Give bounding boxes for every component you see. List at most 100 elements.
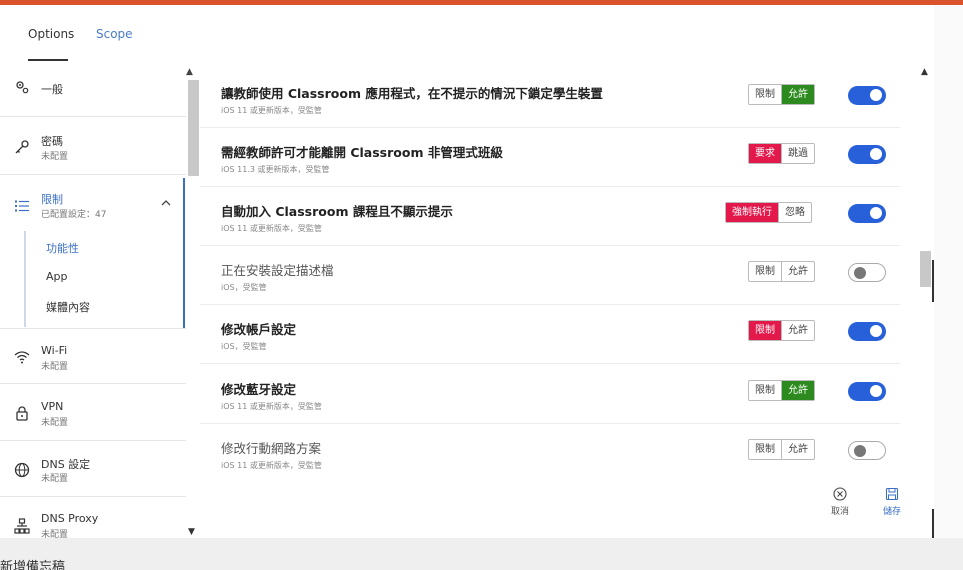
subnav-item-media[interactable]: 媒體內容 — [46, 299, 90, 315]
config-panel: Options Scope 一般 密碼 未配置 限制 已配置設定：47 功能性 … — [0, 5, 934, 538]
sidebar-item-label: DNS 設定 — [41, 458, 91, 471]
restriction-subtitle: iOS 11 或更新版本，受監管 — [221, 224, 322, 233]
restrictions-list: 讓教師使用 Classroom 應用程式，在不提示的情況下鎖定學生裝置 iOS … — [200, 69, 934, 539]
segment-require[interactable]: 要求 — [749, 144, 781, 163]
tab-options[interactable]: Options — [28, 27, 74, 41]
restrict-allow-segmented-control[interactable]: 限制 允許 — [748, 439, 815, 460]
sidebar-item-status: 未配置 — [41, 152, 69, 162]
window-edge — [932, 509, 934, 538]
restriction-title: 需經教師許可才能離開 Classroom 非管理式班級 — [221, 145, 503, 160]
sidebar-item-label: DNS Proxy — [41, 512, 99, 525]
sidebar-item-label: 一般 — [41, 83, 63, 96]
sidebar-scrollbar-thumb[interactable] — [188, 80, 199, 176]
segment-restrict[interactable]: 限制 — [749, 321, 781, 340]
restrict-allow-segmented-control[interactable]: 限制 允許 — [748, 380, 815, 401]
subnav-item-app[interactable]: App — [46, 270, 68, 283]
scroll-down-arrow-icon[interactable]: ▼ — [188, 527, 195, 537]
enable-toggle[interactable] — [848, 204, 886, 223]
restriction-title: 自動加入 Classroom 課程且不顯示提示 — [221, 204, 453, 219]
sidebar-item-dns-settings[interactable]: DNS 設定 未配置 — [0, 441, 186, 497]
restriction-subtitle: iOS 11 或更新版本，受監管 — [221, 402, 322, 411]
restriction-row: 修改行動網路方案 iOS 11 或更新版本，受監管 限制 允許 — [200, 424, 900, 483]
segment-skip[interactable]: 跳過 — [781, 144, 814, 163]
enable-toggle[interactable] — [848, 86, 886, 105]
require-skip-segmented-control[interactable]: 要求 跳過 — [748, 143, 815, 164]
subnav-item-functionality[interactable]: 功能性 — [46, 240, 79, 256]
save-label: 儲存 — [882, 507, 901, 517]
gear-sliders-icon — [16, 81, 29, 94]
restriction-title: 讓教師使用 Classroom 應用程式，在不提示的情況下鎖定學生裝置 — [221, 86, 603, 101]
restriction-title: 正在安裝設定描述檔 — [221, 263, 334, 278]
sidebar-item-dns-proxy[interactable]: DNS Proxy 未配置 — [0, 497, 186, 538]
action-bar: 取消 儲存 — [820, 487, 920, 527]
enable-toggle[interactable] — [848, 263, 886, 282]
sidebar-item-label: Wi-Fi — [41, 344, 68, 357]
sidebar-item-status: 未配置 — [41, 474, 69, 484]
chevron-up-icon[interactable] — [161, 199, 171, 207]
restriction-row: 正在安裝設定描述檔 iOS，受監管 限制 允許 — [200, 246, 900, 305]
enforce-ignore-segmented-control[interactable]: 強制執行 忽略 — [725, 202, 812, 223]
sidebar-item-status: 已配置設定：47 — [41, 210, 107, 220]
list-icon — [15, 200, 29, 212]
sidebar-item-vpn[interactable]: VPN 未配置 — [0, 384, 186, 441]
sidebar-item-label: 密碼 — [41, 135, 63, 148]
restriction-subtitle: iOS 11 或更新版本，受監管 — [221, 461, 322, 470]
restriction-title: 修改行動網路方案 — [221, 441, 322, 456]
segment-restrict[interactable]: 限制 — [749, 262, 781, 281]
restriction-row: 讓教師使用 Classroom 應用程式，在不提示的情況下鎖定學生裝置 iOS … — [200, 69, 900, 128]
sidebar-item-label: VPN — [41, 400, 64, 413]
sidebar: 一般 密碼 未配置 限制 已配置設定：47 功能性 App 媒體內容 Wi-Fi… — [0, 61, 186, 538]
lock-icon — [16, 406, 28, 421]
restrict-allow-segmented-control[interactable]: 限制 允許 — [748, 320, 815, 341]
restrictions-subnav: 功能性 App 媒體內容 — [24, 231, 186, 327]
cancel-button[interactable]: 取消 — [822, 487, 858, 517]
segment-restrict[interactable]: 限制 — [749, 440, 781, 459]
network-icon — [14, 518, 30, 534]
segment-enforce[interactable]: 強制執行 — [726, 203, 778, 222]
sidebar-item-status: 未配置 — [41, 362, 69, 372]
enable-toggle[interactable] — [848, 441, 886, 460]
enable-toggle[interactable] — [848, 382, 886, 401]
add-note-link[interactable]: 新增備忘稿 — [0, 556, 65, 570]
sidebar-item-status: 未配置 — [41, 418, 69, 428]
tab-bar: Options Scope — [0, 5, 934, 61]
enable-toggle[interactable] — [848, 145, 886, 164]
segment-ignore[interactable]: 忽略 — [778, 203, 811, 222]
wifi-icon — [14, 351, 30, 364]
sidebar-item-status: 未配置 — [41, 530, 69, 538]
sidebar-item-passcode[interactable]: 密碼 未配置 — [0, 117, 186, 175]
cancel-circle-icon — [833, 487, 847, 501]
selected-indicator — [183, 178, 185, 328]
sidebar-item-general[interactable]: 一般 — [0, 61, 186, 117]
save-disk-icon — [885, 487, 899, 501]
restriction-row: 自動加入 Classroom 課程且不顯示提示 iOS 11 或更新版本，受監管… — [200, 187, 900, 246]
restriction-title: 修改帳戶設定 — [221, 322, 297, 337]
restriction-row: 修改藍牙設定 iOS 11 或更新版本，受監管 限制 允許 — [200, 365, 900, 424]
restriction-subtitle: iOS，受監管 — [221, 342, 267, 351]
restriction-row: 需經教師許可才能離開 Classroom 非管理式班級 iOS 11.3 或更新… — [200, 128, 900, 187]
restriction-subtitle: iOS 11.3 或更新版本，受監管 — [221, 165, 330, 174]
enable-toggle[interactable] — [848, 322, 886, 341]
segment-restrict[interactable]: 限制 — [749, 381, 781, 400]
segment-allow[interactable]: 允許 — [781, 85, 814, 104]
restrict-allow-segmented-control[interactable]: 限制 允許 — [748, 84, 815, 105]
segment-allow[interactable]: 允許 — [781, 262, 814, 281]
segment-allow[interactable]: 允許 — [781, 440, 814, 459]
scroll-up-arrow-icon[interactable]: ▲ — [921, 67, 928, 77]
save-button[interactable]: 儲存 — [874, 487, 910, 517]
segment-restrict[interactable]: 限制 — [749, 85, 781, 104]
key-icon — [15, 140, 29, 154]
segment-allow[interactable]: 允許 — [781, 381, 814, 400]
restriction-row: 修改帳戶設定 iOS，受監管 限制 允許 — [200, 305, 900, 364]
window-margin — [934, 5, 963, 538]
segment-allow[interactable]: 允許 — [781, 321, 814, 340]
restriction-subtitle: iOS，受監管 — [221, 283, 267, 292]
restrict-allow-segmented-control[interactable]: 限制 允許 — [748, 261, 815, 282]
sidebar-item-wifi[interactable]: Wi-Fi 未配置 — [0, 328, 186, 384]
tab-scope[interactable]: Scope — [96, 27, 133, 41]
scroll-up-arrow-icon[interactable]: ▲ — [186, 67, 193, 77]
globe-icon — [14, 462, 30, 478]
notes-bar: 新增備忘稿 — [0, 538, 963, 570]
sidebar-item-label: 限制 — [41, 193, 63, 206]
content-scrollbar-thumb[interactable] — [920, 251, 931, 287]
